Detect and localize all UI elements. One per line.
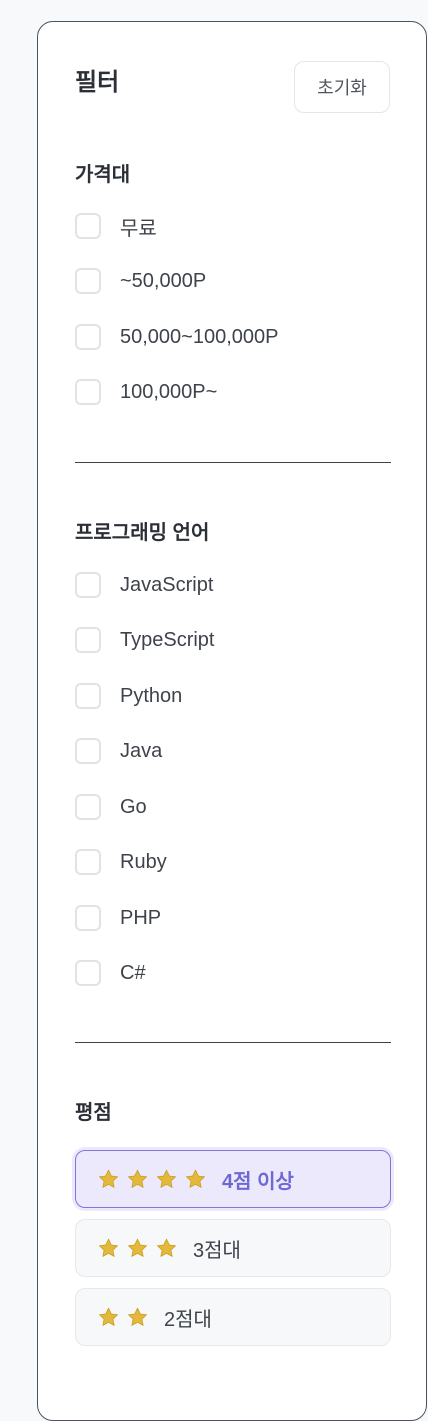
checkbox[interactable]: [75, 572, 101, 598]
option-label: JavaScript: [120, 573, 214, 596]
filter-title: 필터: [75, 69, 120, 96]
checkbox[interactable]: [75, 738, 101, 764]
section-divider: [75, 462, 391, 463]
checkbox[interactable]: [75, 683, 101, 709]
star-icon: [157, 1238, 176, 1257]
language-option-ruby[interactable]: Ruby: [75, 848, 167, 876]
checkbox[interactable]: [75, 905, 101, 931]
option-label: C#: [120, 961, 146, 984]
checkbox[interactable]: [75, 794, 101, 820]
rating-section-title: 평점: [75, 1102, 112, 1124]
star-rating: [97, 1168, 207, 1191]
language-option-csharp[interactable]: C#: [75, 959, 146, 987]
star-icon: [128, 1307, 147, 1326]
language-option-java[interactable]: Java: [75, 737, 162, 765]
star-icon: [128, 1238, 147, 1257]
option-label: Ruby: [120, 850, 167, 873]
rating-label: 3점대: [193, 1239, 241, 1262]
checkbox[interactable]: [75, 627, 101, 653]
star-rating: [97, 1306, 149, 1329]
option-label: PHP: [120, 906, 162, 929]
reset-button[interactable]: 초기화: [294, 61, 390, 113]
language-option-javascript[interactable]: JavaScript: [75, 571, 213, 599]
checkbox[interactable]: [75, 379, 101, 405]
checkbox[interactable]: [75, 849, 101, 875]
rating-label: 2점대: [164, 1308, 212, 1331]
option-label: ~50,000P: [120, 269, 207, 292]
option-label: 100,000P~: [120, 380, 218, 403]
filter-panel: 필터 초기화 가격대 무료 ~50,000P 50,000~100,000P 1…: [37, 21, 427, 1421]
language-option-go[interactable]: Go: [75, 793, 147, 821]
checkbox[interactable]: [75, 324, 101, 350]
rating-option-4[interactable]: 4점 이상: [75, 1150, 391, 1208]
star-icon: [99, 1169, 118, 1188]
star-icon: [99, 1238, 118, 1257]
star-icon: [128, 1169, 147, 1188]
language-section-title: 프로그래밍 언어: [75, 522, 210, 544]
option-label: Python: [120, 684, 183, 707]
checkbox[interactable]: [75, 960, 101, 986]
star-icon: [99, 1307, 118, 1326]
star-icon: [186, 1169, 205, 1188]
rating-option-3[interactable]: 3점대: [75, 1219, 391, 1277]
option-label: Go: [120, 795, 147, 818]
checkbox[interactable]: [75, 213, 101, 239]
star-icon: [157, 1169, 176, 1188]
price-option-over-100000[interactable]: 100,000P~: [75, 378, 217, 406]
section-divider: [75, 1042, 391, 1043]
language-option-php[interactable]: PHP: [75, 904, 161, 932]
price-option-free[interactable]: 무료: [75, 212, 157, 240]
option-label: 무료: [120, 217, 157, 240]
rating-label: 4점 이상: [222, 1170, 294, 1193]
language-option-python[interactable]: Python: [75, 682, 182, 710]
checkbox[interactable]: [75, 268, 101, 294]
price-option-50000-100000[interactable]: 50,000~100,000P: [75, 323, 279, 351]
option-label: 50,000~100,000P: [120, 325, 279, 348]
price-option-under-50000[interactable]: ~50,000P: [75, 267, 206, 295]
option-label: Java: [120, 739, 163, 762]
price-section-title: 가격대: [75, 164, 131, 186]
rating-option-2[interactable]: 2점대: [75, 1288, 391, 1346]
star-rating: [97, 1237, 178, 1260]
option-label: TypeScript: [120, 628, 215, 651]
language-option-typescript[interactable]: TypeScript: [75, 626, 214, 654]
